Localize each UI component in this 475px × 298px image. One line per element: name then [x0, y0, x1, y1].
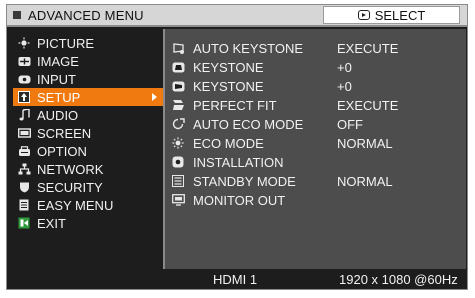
menu-item-label: SCREEN	[37, 125, 92, 141]
setup-item-value: NORMAL	[337, 173, 393, 189]
eco-sun-icon	[171, 137, 185, 149]
setup-item-label: MONITOR OUT	[193, 192, 286, 208]
setup-item-label: ECO MODE	[193, 135, 264, 151]
setup-item-auto-keystone[interactable]: AUTO KEYSTONE EXECUTE	[171, 39, 398, 57]
keystone-vertical-icon	[171, 61, 185, 73]
menu-item-setup[interactable]: SETUP	[13, 88, 163, 106]
square-bullet-icon	[13, 11, 21, 19]
setup-item-label: AUTO ECO MODE	[193, 116, 304, 132]
menu-item-label: AUDIO	[37, 107, 79, 123]
setup-item-value: OFF	[337, 116, 363, 132]
menu-item-label: NETWORK	[37, 161, 104, 177]
setup-item-label: STANDBY MODE	[193, 173, 296, 189]
setup-item-value: NORMAL	[337, 135, 393, 151]
auto-eco-icon	[171, 118, 185, 130]
setup-item-standby-mode[interactable]: STANDBY MODE NORMAL	[171, 172, 393, 190]
setup-item-auto-eco-mode[interactable]: AUTO ECO MODE OFF	[171, 115, 363, 133]
picture-icon	[17, 37, 31, 49]
menu-item-label: IMAGE	[37, 53, 79, 69]
setup-icon	[17, 91, 31, 103]
setup-submenu: AUTO KEYSTONE EXECUTE KEYSTONE +0 KEYSTO…	[163, 29, 466, 269]
menu-item-picture[interactable]: PICTURE	[7, 34, 163, 52]
menu-item-easy-menu[interactable]: EASY MENU	[7, 196, 163, 214]
setup-item-installation[interactable]: INSTALLATION	[171, 153, 284, 171]
menu-item-screen[interactable]: SCREEN	[7, 124, 163, 142]
setup-item-perfect-fit[interactable]: PERFECT FIT EXECUTE	[171, 96, 398, 114]
menu-item-image[interactable]: IMAGE	[7, 52, 163, 70]
menu-item-security[interactable]: SECURITY	[7, 178, 163, 196]
header-title-bar: ADVANCED MENU	[7, 5, 163, 27]
auto-keystone-icon	[171, 42, 185, 54]
setup-item-monitor-out[interactable]: MONITOR OUT	[171, 191, 285, 209]
enter-button-icon	[357, 10, 370, 20]
setup-item-keystone-v[interactable]: KEYSTONE +0	[171, 58, 352, 76]
setup-item-value: +0	[337, 59, 352, 75]
installation-icon	[171, 156, 185, 168]
main-menu: PICTURE IMAGE INPUT SETUP AUDIO SCREEN O…	[7, 34, 163, 232]
signal-resolution: 1920 x 1080 @60Hz	[339, 272, 458, 287]
setup-item-value: EXECUTE	[337, 40, 399, 56]
easy-menu-icon	[17, 199, 31, 211]
setup-item-label: AUTO KEYSTONE	[193, 40, 304, 56]
menu-item-label: INPUT	[37, 71, 76, 87]
header-title: ADVANCED MENU	[28, 7, 144, 23]
setup-item-value: EXECUTE	[337, 97, 399, 113]
screen-icon	[17, 127, 31, 139]
network-icon	[17, 163, 31, 175]
menu-item-label: SETUP	[37, 89, 81, 105]
music-note-icon	[17, 109, 31, 121]
status-footer: HDMI 1 1920 x 1080 @60Hz	[163, 269, 467, 289]
osd-menu: ADVANCED MENU SELECT PICTURE IMAGE INPUT	[6, 4, 468, 290]
setup-item-label: PERFECT FIT	[193, 97, 277, 113]
menu-item-label: PICTURE	[37, 35, 95, 51]
option-icon	[17, 145, 31, 157]
standby-icon	[171, 175, 185, 187]
select-hint: SELECT	[323, 6, 460, 24]
image-icon	[17, 55, 31, 67]
menu-item-network[interactable]: NETWORK	[7, 160, 163, 178]
menu-item-input[interactable]: INPUT	[7, 70, 163, 88]
header-hint-bar: SELECT	[163, 5, 467, 27]
setup-item-label: KEYSTONE	[193, 78, 264, 94]
menu-item-label: EXIT	[37, 215, 66, 231]
select-hint-label: SELECT	[374, 7, 426, 23]
keystone-horizontal-icon	[171, 80, 185, 92]
setup-item-value: +0	[337, 78, 352, 94]
input-icon	[17, 73, 31, 85]
menu-item-label: EASY MENU	[37, 197, 114, 213]
shield-icon	[17, 181, 31, 193]
exit-icon	[17, 217, 31, 229]
setup-item-label: KEYSTONE	[193, 59, 264, 75]
setup-item-eco-mode[interactable]: ECO MODE NORMAL	[171, 134, 393, 152]
input-source: HDMI 1	[213, 272, 258, 287]
perfect-fit-icon	[171, 99, 185, 111]
menu-item-audio[interactable]: AUDIO	[7, 106, 163, 124]
setup-item-label: INSTALLATION	[193, 154, 284, 170]
setup-item-keystone-h[interactable]: KEYSTONE +0	[171, 77, 352, 95]
menu-item-label: OPTION	[37, 143, 87, 159]
menu-item-exit[interactable]: EXIT	[7, 214, 163, 232]
menu-item-label: SECURITY	[37, 179, 103, 195]
monitor-out-icon	[171, 194, 185, 206]
menu-item-option[interactable]: OPTION	[7, 142, 163, 160]
